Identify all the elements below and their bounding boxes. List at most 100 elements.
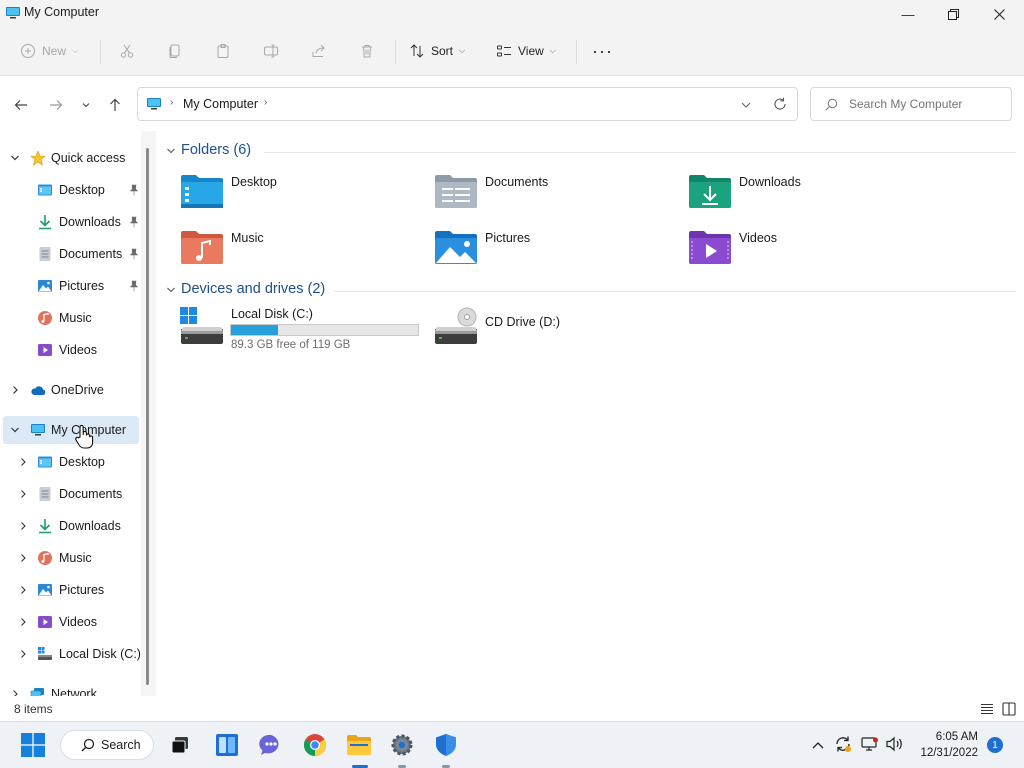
chevron-up-icon[interactable] (812, 740, 824, 750)
divider (334, 291, 1016, 292)
address-bar[interactable]: › My Computer › (137, 87, 798, 121)
notification-badge[interactable]: 1 (987, 737, 1003, 753)
details-view-icon[interactable] (980, 702, 994, 716)
taskbar-search-button[interactable]: Search (60, 730, 154, 760)
file-explorer-button[interactable] (346, 732, 372, 758)
nav-label: Music (59, 551, 92, 565)
nav-pc-videos[interactable]: Videos (0, 608, 145, 636)
nav-quick-music[interactable]: Music (0, 304, 145, 332)
nav-pc-documents[interactable]: Documents (0, 480, 145, 508)
share-button[interactable] (305, 36, 333, 66)
nav-pc-music[interactable]: Music (0, 544, 145, 572)
nav-onedrive[interactable]: OneDrive (0, 376, 145, 404)
breadcrumb-my-computer[interactable]: My Computer (183, 97, 258, 111)
nav-scrollbar-thumb[interactable] (146, 148, 149, 685)
nav-quick-documents[interactable]: Documents (0, 240, 145, 268)
folder-label: Videos (739, 231, 777, 245)
chevron-down-icon[interactable] (9, 424, 21, 436)
nav-quick-videos[interactable]: Videos (0, 336, 145, 364)
chevron-right-icon[interactable] (17, 520, 29, 532)
start-button[interactable] (20, 732, 46, 758)
minimize-button[interactable]: — (885, 0, 931, 28)
nav-network[interactable]: Network (0, 680, 145, 696)
settings-button[interactable] (389, 732, 415, 758)
folders-section-header[interactable]: Folders (6) (164, 141, 1016, 161)
chevron-right-icon[interactable] (17, 456, 29, 468)
nav-quick-desktop[interactable]: Desktop (0, 176, 145, 204)
tiles-view-icon[interactable] (1002, 702, 1016, 716)
drive-tile-cd-drive[interactable]: CD Drive (D:) (434, 305, 679, 355)
windows-drive-icon (180, 307, 223, 344)
restore-button[interactable] (930, 0, 976, 28)
nav-pc-local-disk[interactable]: Local Disk (C:) (0, 640, 145, 668)
chevron-down-icon[interactable] (9, 152, 21, 164)
pin-icon[interactable] (129, 184, 139, 196)
chevron-right-icon[interactable] (17, 552, 29, 564)
nav-label: Downloads (59, 215, 121, 229)
chevron-right-icon[interactable] (17, 648, 29, 660)
up-button[interactable] (103, 93, 127, 117)
nav-label: Documents (59, 247, 123, 261)
search-input[interactable] (849, 95, 1005, 113)
volume-icon[interactable] (886, 736, 904, 752)
chevron-down-icon[interactable] (740, 99, 752, 111)
folder-tile-videos[interactable]: Videos (688, 229, 928, 277)
chevron-right-icon[interactable] (17, 616, 29, 628)
chat-button[interactable] (258, 732, 284, 758)
folder-tile-desktop[interactable]: Desktop (180, 173, 420, 221)
recent-locations-button[interactable] (74, 93, 98, 117)
copy-icon (169, 44, 180, 58)
chevron-down-icon[interactable] (166, 285, 176, 295)
widgets-button[interactable] (214, 732, 240, 758)
rename-button[interactable] (257, 36, 285, 66)
nav-my-computer[interactable]: My Computer (3, 416, 139, 444)
task-view-button[interactable] (167, 732, 193, 758)
folder-label: Downloads (739, 175, 801, 189)
chevron-down-icon[interactable] (166, 146, 176, 156)
pin-icon[interactable] (129, 248, 139, 260)
nav-quick-pictures[interactable]: Pictures (0, 272, 145, 300)
chevron-right-icon[interactable] (17, 488, 29, 500)
nav-pc-desktop[interactable]: Desktop (0, 448, 145, 476)
refresh-icon[interactable] (773, 97, 787, 111)
pin-icon[interactable] (129, 216, 139, 228)
cut-button[interactable] (113, 36, 141, 66)
more-options-button[interactable]: ··· (586, 36, 619, 66)
chevron-right-icon[interactable] (9, 384, 21, 396)
chevron-right-icon[interactable] (9, 688, 21, 696)
drive-name: Local Disk (C:) (231, 307, 313, 321)
nav-quick-downloads[interactable]: Downloads (0, 208, 145, 236)
chrome-icon (304, 734, 326, 756)
chrome-button[interactable] (302, 732, 328, 758)
system-clock[interactable]: 6:05 AM 12/31/2022 (920, 729, 978, 761)
folder-tile-documents[interactable]: Documents (434, 173, 674, 221)
back-button[interactable] (9, 93, 33, 117)
network-status-icon[interactable] (861, 736, 879, 752)
view-button[interactable]: View ⌵ (490, 36, 562, 66)
forward-button[interactable] (44, 93, 68, 117)
paste-button[interactable] (209, 36, 237, 66)
folder-tile-music[interactable]: Music (180, 229, 420, 277)
chevron-right-icon[interactable]: › (264, 97, 267, 108)
sort-button[interactable]: Sort ⌵ (403, 36, 471, 66)
documents-folder-icon (435, 175, 477, 208)
nav-pc-downloads[interactable]: Downloads (0, 512, 145, 540)
security-button[interactable] (433, 732, 459, 758)
pin-icon[interactable] (129, 280, 139, 292)
close-button[interactable] (976, 0, 1022, 28)
chevron-right-icon[interactable] (17, 584, 29, 596)
copy-button[interactable] (161, 36, 189, 66)
pictures-icon (38, 584, 52, 596)
search-box[interactable] (810, 87, 1012, 121)
folder-tile-pictures[interactable]: Pictures (434, 229, 674, 277)
desktop-folder-icon (181, 175, 223, 208)
folder-tile-downloads[interactable]: Downloads (688, 173, 928, 221)
star-icon (30, 150, 46, 166)
delete-button[interactable] (353, 36, 381, 66)
sync-icon[interactable] (834, 735, 852, 753)
new-button[interactable]: New ⌵ (14, 36, 84, 66)
rename-icon (264, 44, 278, 58)
nav-quick-access[interactable]: Quick access (0, 144, 145, 172)
nav-pc-pictures[interactable]: Pictures (0, 576, 145, 604)
devices-section-header[interactable]: Devices and drives (2) (164, 280, 1016, 300)
